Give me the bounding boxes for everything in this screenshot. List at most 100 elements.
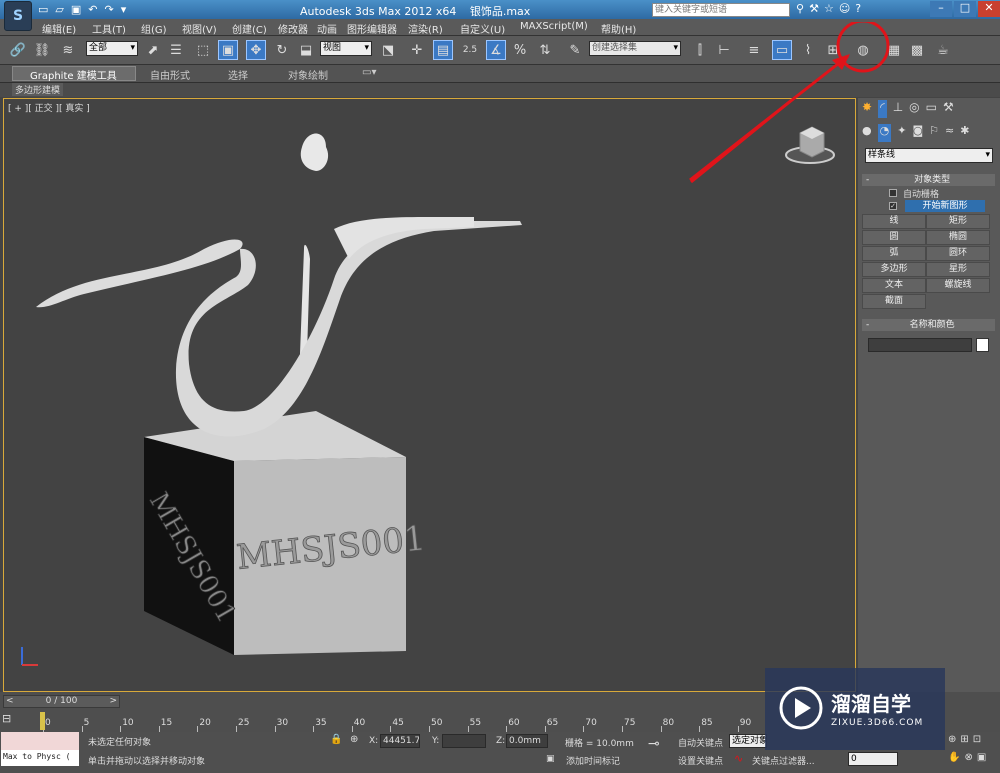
add-time-tag-icon[interactable]: ▣ <box>546 754 555 764</box>
undo-icon[interactable]: ↶ <box>88 3 97 16</box>
reference-coordinate-dropdown[interactable]: 视图 ▾ <box>320 41 372 56</box>
menu-create[interactable]: 创建(C) <box>232 21 267 36</box>
render-production-icon[interactable]: ☕ <box>933 40 953 60</box>
helix-button[interactable]: 螺旋线 <box>926 278 990 293</box>
time-slider[interactable]: <0 / 100 > <box>3 695 120 708</box>
helpers-icon[interactable]: ⚐ <box>929 124 939 142</box>
menu-edit[interactable]: 编辑(E) <box>42 21 76 36</box>
object-type-rollout[interactable]: - 对象类型 <box>862 174 995 186</box>
zoom-all-icon[interactable]: ⊞ <box>960 734 968 745</box>
menu-modifiers[interactable]: 修改器 <box>278 21 308 36</box>
star-icon[interactable]: ☆ <box>824 2 834 15</box>
save-file-icon[interactable]: ▣ <box>71 3 81 16</box>
line-button[interactable]: 线 <box>862 214 926 229</box>
start-new-shape-checkbox[interactable]: ✓ <box>889 202 897 210</box>
app-logo-icon[interactable]: S <box>4 1 32 31</box>
ellipse-button[interactable]: 椭圆 <box>926 230 990 245</box>
cameras-icon[interactable]: ◙ <box>912 124 923 142</box>
binoculars-icon[interactable]: ⚲ <box>796 2 804 15</box>
help-icon[interactable]: ? <box>855 2 861 15</box>
section-button[interactable]: 截面 <box>862 294 926 309</box>
rendered-frame-window-icon[interactable]: ▩ <box>907 40 927 60</box>
select-and-rotate-icon[interactable]: ↻ <box>272 40 292 60</box>
pivot-point-icon[interactable]: ⬔ <box>378 40 398 60</box>
maximize-button[interactable]: □ <box>954 1 976 17</box>
modify-tab-icon[interactable]: ◜ <box>878 100 887 118</box>
menu-animation[interactable]: 动画 <box>317 21 337 36</box>
menu-customize[interactable]: 自定义(U) <box>460 21 505 36</box>
spinner-snap-icon[interactable]: ⇅ <box>535 40 555 60</box>
tab-object-paint[interactable]: 对象绘制 <box>288 67 328 82</box>
lights-icon[interactable]: ✦ <box>897 124 906 142</box>
add-time-tag[interactable]: 添加时间标记 <box>566 754 620 767</box>
user-icon[interactable]: ☺ <box>839 2 850 15</box>
name-color-rollout[interactable]: - 名称和颜色 <box>862 319 995 331</box>
object-color-swatch[interactable] <box>976 338 989 352</box>
geometry-icon[interactable]: ● <box>862 124 872 142</box>
rectangular-selection-icon[interactable]: ⬚ <box>193 40 213 60</box>
maxscript-mini-listener[interactable]: Max to Physc ( <box>1 750 79 766</box>
polygon-modeling-label[interactable]: 多边形建模 <box>12 83 64 96</box>
absolute-mode-icon[interactable]: ⊕ <box>350 734 358 745</box>
menu-graph-editors[interactable]: 图形编辑器 <box>347 21 397 36</box>
select-by-name-icon[interactable]: ☰ <box>166 40 186 60</box>
zoom-extents-icon[interactable]: ⊡ <box>973 734 981 745</box>
pan-icon[interactable]: ✋ <box>948 752 960 763</box>
angle-snap-icon[interactable]: ∡ <box>486 40 506 60</box>
select-and-scale-icon[interactable]: ⬓ <box>296 40 316 60</box>
spacewarps-icon[interactable]: ≈ <box>945 124 954 142</box>
zoom-icon[interactable]: ⊕ <box>948 734 956 745</box>
y-coordinate-field[interactable] <box>442 734 486 748</box>
set-key-button[interactable]: 设置关键点 <box>678 754 723 767</box>
percent-snap-icon[interactable]: % <box>510 40 530 60</box>
orbit-icon[interactable]: ⊗ <box>964 752 972 763</box>
redo-icon[interactable]: ↷ <box>105 3 114 16</box>
key-mode-dropdown[interactable]: 选定对象 <box>729 734 767 748</box>
more-dropdown-icon[interactable]: ▾ <box>121 3 127 16</box>
auto-key-button[interactable]: 自动关键点 <box>678 736 723 749</box>
systems-icon[interactable]: ✱ <box>960 124 969 142</box>
menu-help[interactable]: 帮助(H) <box>601 21 636 36</box>
auto-grid-checkbox[interactable] <box>889 189 897 197</box>
create-tab-icon[interactable]: ✸ <box>862 100 872 118</box>
track-bar-icon[interactable]: ⊟ <box>2 712 26 728</box>
arc-button[interactable]: 弧 <box>862 246 926 261</box>
menu-rendering[interactable]: 渲染(R) <box>408 21 443 36</box>
hierarchy-tab-icon[interactable]: ⊥ <box>893 100 903 118</box>
new-file-icon[interactable]: ▭ <box>38 3 48 16</box>
select-and-move-icon[interactable]: ✥ <box>246 40 266 60</box>
lock-selection-icon[interactable]: 🔒 <box>330 734 342 745</box>
keyboard-shortcut-override-icon[interactable]: ▤ <box>433 40 453 60</box>
ribbon-options-icon[interactable]: ▭▾ <box>362 67 376 78</box>
tab-selection[interactable]: 选择 <box>228 67 248 82</box>
ngon-button[interactable]: 多边形 <box>862 262 926 277</box>
window-crossing-icon[interactable]: ▣ <box>218 40 238 60</box>
rectangle-button[interactable]: 矩形 <box>926 214 990 229</box>
selection-filter-dropdown[interactable]: 全部 ▾ <box>86 41 138 56</box>
timeline-current-frame-marker[interactable] <box>40 712 45 730</box>
snap-toggle-icon[interactable]: 2.5 <box>460 40 480 60</box>
maxscript-listener[interactable] <box>1 732 79 750</box>
wrench-icon[interactable]: ⚒ <box>809 2 819 15</box>
set-key-icon[interactable]: ⊸ <box>648 736 660 752</box>
select-manipulate-icon[interactable]: ✛ <box>407 40 427 60</box>
utilities-tab-icon[interactable]: ⚒ <box>943 100 954 118</box>
x-coordinate-field[interactable]: 44451.734 <box>380 734 420 748</box>
edit-named-selection-icon[interactable]: ✎ <box>565 40 585 60</box>
minimize-button[interactable]: – <box>930 1 952 17</box>
display-tab-icon[interactable]: ▭ <box>926 100 937 118</box>
text-button[interactable]: 文本 <box>862 278 926 293</box>
maximize-viewport-icon[interactable]: ▣ <box>977 752 986 763</box>
named-selection-dropdown[interactable]: 创建选择集 ▾ <box>589 41 681 56</box>
current-frame-field[interactable]: 0 <box>848 752 898 766</box>
object-name-input[interactable] <box>868 338 972 352</box>
motion-tab-icon[interactable]: ◎ <box>909 100 919 118</box>
bind-space-warp-icon[interactable]: ≋ <box>58 40 78 60</box>
start-new-shape-button[interactable]: 开始新图形 <box>905 200 985 212</box>
star-button[interactable]: 星形 <box>926 262 990 277</box>
close-button[interactable]: ✕ <box>978 1 1000 17</box>
z-coordinate-field[interactable]: 0.0mm <box>506 734 548 748</box>
open-file-icon[interactable]: ▱ <box>55 3 63 16</box>
unlink-icon[interactable]: ⛓ <box>32 40 52 60</box>
select-object-icon[interactable]: ⬈ <box>143 40 163 60</box>
